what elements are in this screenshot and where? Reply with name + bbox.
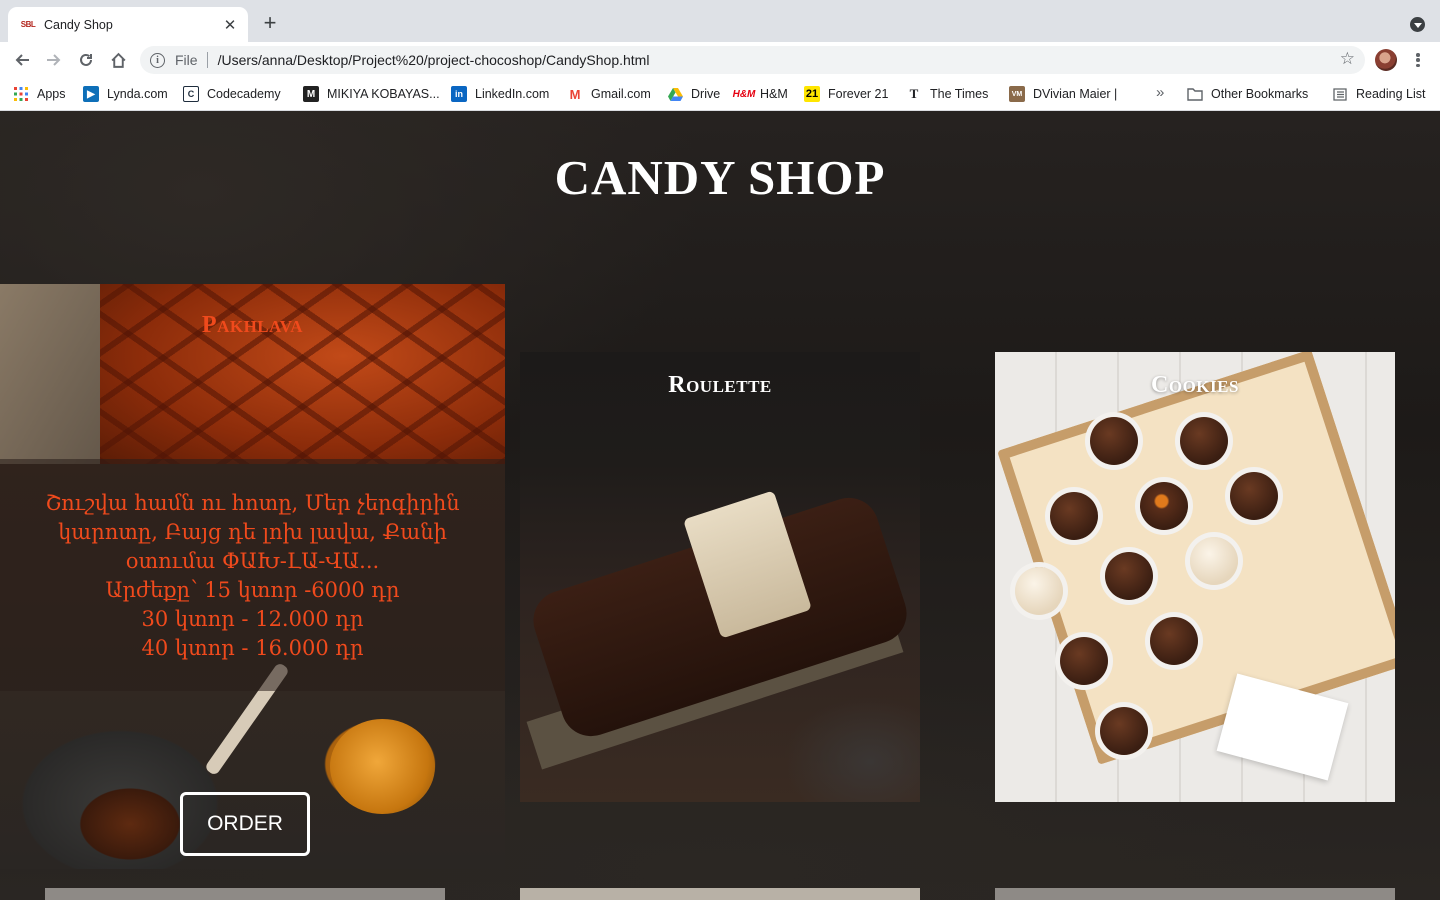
forever21-icon: 21: [804, 86, 820, 102]
lynda-icon: ▶: [83, 86, 99, 102]
bookmark-other[interactable]: Other Bookmarks: [1187, 86, 1308, 102]
url-divider: [206, 52, 208, 68]
product-description: Շուշվա համն ու հոտը, Մեր չերգիրին կարոտը…: [20, 489, 485, 663]
folder-icon: [1187, 86, 1203, 102]
m-icon: M: [303, 86, 319, 102]
bookmarks-overflow-icon[interactable]: »: [1156, 84, 1164, 101]
favicon-icon: SBL: [20, 20, 36, 29]
browser-menu-icon[interactable]: [1412, 50, 1424, 70]
close-tab-icon[interactable]: ✕: [222, 17, 238, 34]
product-card-pakhlava: Pakhlava Շուշվա համն ու հոտը, Մեր չերգիր…: [0, 284, 505, 869]
bookmark-label: Apps: [37, 87, 66, 101]
bookmark-label: LinkedIn.com: [475, 87, 550, 101]
chocolate-image: [1230, 472, 1278, 520]
honey-jar-image: [330, 719, 435, 814]
bookmark-label: Codecademy: [207, 87, 281, 101]
bookmark-label: H&M: [760, 87, 788, 101]
product-card-partial: [520, 888, 920, 900]
card-title: Roulette: [668, 372, 772, 398]
home-icon[interactable]: [106, 48, 130, 72]
price-line: Արժեքը՝ 15 կտոր -6000 դր: [105, 578, 400, 602]
bookmark-star-icon[interactable]: ☆: [1340, 49, 1355, 69]
description-line: կարոտը, Բայց դե լոխ լավա, Քանի: [58, 520, 447, 544]
codecademy-icon: C: [183, 86, 199, 102]
product-card-partial: [45, 888, 445, 900]
chocolate-image: [1105, 552, 1153, 600]
forward-arrow-icon[interactable]: [42, 48, 66, 72]
bookmark-forever21[interactable]: 21 Forever 21: [804, 86, 888, 102]
chocolate-image: [1150, 617, 1198, 665]
bookmark-label: Forever 21: [828, 87, 889, 101]
tab-title: Candy Shop: [44, 17, 113, 32]
tab-search-icon[interactable]: [1410, 17, 1425, 32]
product-card-cookies[interactable]: Cookies: [995, 352, 1395, 802]
description-line: օտումա ՓԱԽ-ԼԱ-ՎԱ...: [125, 549, 380, 573]
bookmark-mikiya[interactable]: M MIKIYA KOBAYAS...: [303, 86, 440, 102]
bookmark-label: DVivian Maier |: [1033, 87, 1118, 101]
chocolate-image: [1050, 492, 1098, 540]
tab-candy-shop[interactable]: SBL Candy Shop ✕: [8, 7, 248, 42]
reading-list[interactable]: Reading List: [1332, 86, 1426, 102]
bookmark-label: The Times: [930, 87, 989, 101]
bookmark-label: Lynda.com: [107, 87, 168, 101]
chocolate-image: [1180, 417, 1228, 465]
bookmark-label: Reading List: [1356, 87, 1426, 101]
drive-icon: [667, 86, 683, 102]
bookmark-linkedin[interactable]: in LinkedIn.com: [451, 86, 549, 102]
bookmark-hm[interactable]: H&M H&M: [732, 86, 788, 102]
price-line: 40 կտոր - 16.000 դր: [141, 636, 364, 660]
reload-icon[interactable]: [74, 48, 98, 72]
browser-toolbar: i File /Users/anna/Desktop/Project%20/pr…: [0, 42, 1440, 78]
bookmark-gmail[interactable]: M Gmail.com: [567, 86, 651, 102]
bookmark-label: MIKIYA KOBAYAS...: [327, 87, 440, 101]
card-title: Cookies: [1151, 372, 1239, 398]
address-bar[interactable]: i File /Users/anna/Desktop/Project%20/pr…: [140, 46, 1365, 74]
url-text[interactable]: /Users/anna/Desktop/Project%20/project-c…: [218, 52, 650, 68]
chocolate-image: [1190, 537, 1238, 585]
bookmark-label: Other Bookmarks: [1211, 87, 1309, 101]
chocolate-image: [1090, 417, 1138, 465]
chocolate-image: [1140, 482, 1188, 530]
bookmark-drive[interactable]: Drive: [667, 86, 720, 102]
pakhlava-image: [100, 284, 505, 464]
bookmark-apps[interactable]: Apps: [13, 86, 66, 102]
apps-grid-icon: [13, 86, 29, 102]
price-line: 30 կտոր - 12.000 դր: [141, 607, 364, 631]
url-scheme: File: [175, 52, 198, 68]
bookmark-label: Gmail.com: [591, 87, 651, 101]
bookmark-the-times[interactable]: T The Times: [906, 86, 989, 102]
tab-strip: SBL Candy Shop ✕ +: [0, 0, 1440, 42]
product-card-roulette[interactable]: Roulette: [520, 352, 920, 802]
chocolate-image: [1060, 637, 1108, 685]
profile-avatar[interactable]: [1375, 49, 1397, 71]
info-icon[interactable]: i: [150, 52, 165, 68]
description-line: Շուշվա համն ու հոտը, Մեր չերգիրին: [45, 491, 460, 515]
vm-icon: VM: [1009, 86, 1025, 102]
chocolate-image: [1015, 567, 1063, 615]
product-card-partial: [995, 888, 1395, 900]
bookmark-lynda[interactable]: ▶ Lynda.com: [83, 86, 168, 102]
hm-icon: H&M: [732, 88, 756, 100]
times-icon: T: [909, 86, 919, 101]
new-tab-icon[interactable]: +: [259, 12, 281, 34]
bookmark-codecademy[interactable]: C Codecademy: [183, 86, 281, 102]
page-viewport: CANDY SHOP Pakhlava Շուշվա համն ու հոտը,…: [0, 111, 1440, 900]
page-title: CANDY SHOP: [554, 150, 886, 205]
linkedin-icon: in: [451, 86, 467, 102]
gmail-icon: M: [569, 86, 581, 102]
chocolate-image: [1100, 707, 1148, 755]
reading-list-icon: [1332, 86, 1348, 102]
card-title: Pakhlava: [201, 312, 304, 338]
order-button[interactable]: ORDER: [180, 792, 310, 856]
bookmark-label: Drive: [691, 87, 721, 101]
bookmark-vivian-maier[interactable]: VM DVivian Maier |: [1009, 86, 1117, 102]
back-arrow-icon[interactable]: [10, 48, 34, 72]
bookmarks-bar: Apps ▶ Lynda.com C Codecademy M MIKIYA K…: [0, 78, 1440, 111]
